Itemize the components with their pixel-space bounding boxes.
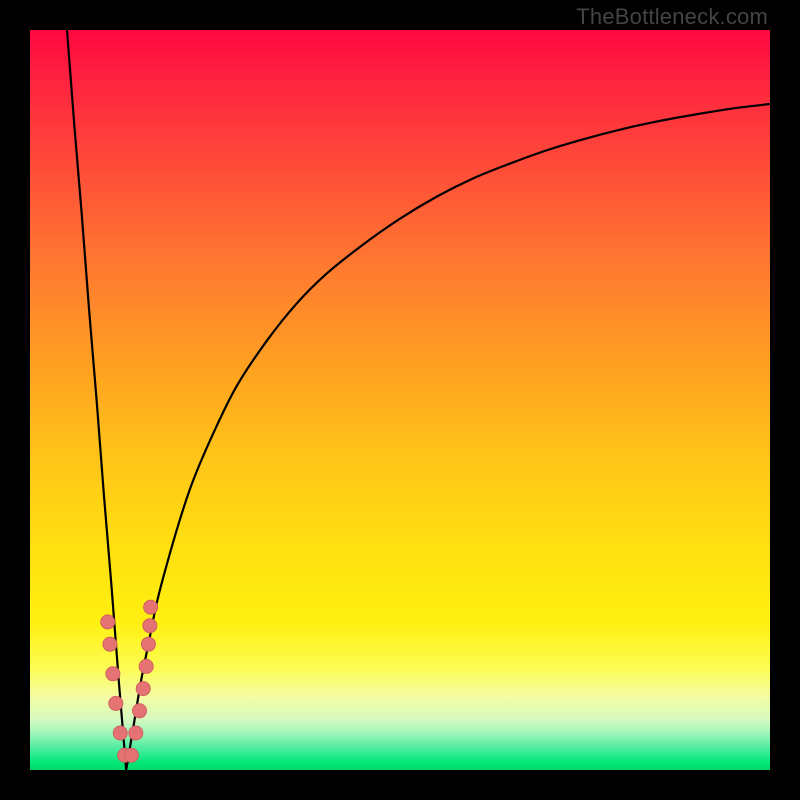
scatter-point [139,659,153,673]
scatter-point [101,615,115,629]
chart-svg [30,30,770,770]
scatter-point [133,704,147,718]
scatter-point [141,637,155,651]
scatter-point [106,667,120,681]
highlighted-points [101,600,158,762]
scatter-point [124,748,138,762]
scatter-point [103,637,117,651]
plot-area [30,30,770,770]
scatter-point [129,726,143,740]
scatter-point [109,696,123,710]
chart-frame: TheBottleneck.com [0,0,800,800]
scatter-point [113,726,127,740]
scatter-point [143,619,157,633]
scatter-point [144,600,158,614]
watermark-text: TheBottleneck.com [576,4,768,30]
scatter-point [118,748,132,762]
scatter-point [136,682,150,696]
bottleneck-curve [67,30,770,770]
